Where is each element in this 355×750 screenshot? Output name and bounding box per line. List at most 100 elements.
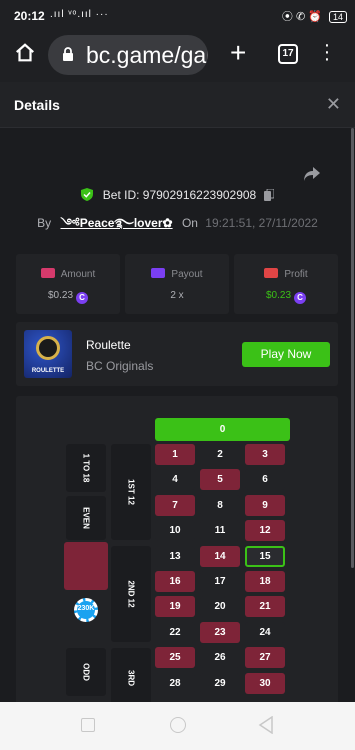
bet-cell-3: 3 xyxy=(245,444,285,465)
bet-1-to-18: 1 TO 18 xyxy=(66,444,106,492)
bet-cell-18: 18 xyxy=(245,571,285,592)
bet-cell-13: 13 xyxy=(155,546,195,567)
status-time: 20:12 xyxy=(14,9,45,23)
bet-cell-16: 16 xyxy=(155,571,195,592)
game-thumbnail-title: ROULETTE xyxy=(31,368,65,374)
coin-icon: C xyxy=(294,292,307,304)
bet-cell-19: 19 xyxy=(155,596,195,617)
amount-icon xyxy=(40,268,55,278)
bet-1-to-18-label: 1 TO 18 xyxy=(81,453,91,483)
new-tab-button[interactable]: + xyxy=(230,38,246,68)
bet-cell-9: 9 xyxy=(245,495,285,516)
game-provider: BC Originals xyxy=(86,359,154,373)
play-now-button[interactable]: Play Now xyxy=(242,342,330,367)
payout-icon xyxy=(151,268,166,278)
roulette-board: 0 1 TO 18 EVEN 230K ODD 1ST 12 2ND 12 3R… xyxy=(16,396,338,702)
bet-cell-2: 2 xyxy=(200,444,240,465)
status-icons-glyphs: ⦿ ✆ ⏰ xyxy=(281,11,322,23)
bet-timestamp: 19:21:51, 27/11/2022 xyxy=(205,216,318,230)
stat-amount: Amount $0.23 C xyxy=(16,254,120,314)
stat-payout-value: 2 x xyxy=(170,290,184,301)
username-link[interactable]: ༺Peace࿐lover✿ xyxy=(61,216,173,230)
bet-cell-22: 22 xyxy=(155,622,195,643)
lock-icon xyxy=(63,47,73,61)
home-button[interactable] xyxy=(170,717,186,733)
shield-check-icon xyxy=(81,188,94,201)
bet-cell-7: 7 xyxy=(155,495,195,516)
bet-dozen-3: 3RD xyxy=(111,648,151,702)
browser-toolbar: bc.game/gar + 17 · · · xyxy=(0,30,355,82)
bet-red xyxy=(64,542,108,590)
bet-cell-10: 10 xyxy=(155,520,195,541)
bet-dozen-1-label: 1ST 12 xyxy=(126,479,136,505)
bet-cell-1: 1 xyxy=(155,444,195,465)
bet-id: Bet ID: 97902916223902908 xyxy=(0,188,355,202)
by-label: By xyxy=(37,216,52,230)
bet-cell-29: 29 xyxy=(200,673,240,694)
bet-byline: By ༺Peace࿐lover✿ On 19:21:51, 27/11/2022 xyxy=(0,210,355,244)
url-text: bc.game/gar xyxy=(86,42,208,68)
bet-cell-25: 25 xyxy=(155,647,195,668)
profit-icon xyxy=(264,268,279,278)
bet-cell-5: 5 xyxy=(200,469,240,490)
bet-chip: 230K xyxy=(74,598,98,626)
game-name: Roulette xyxy=(86,338,131,352)
bet-cell-15: 15 xyxy=(245,546,285,567)
bet-cell-21: 21 xyxy=(245,596,285,617)
details-content: Bet ID: 97902916223902908 By ༺Peace࿐love… xyxy=(0,128,355,702)
stat-profit-label: Profit xyxy=(284,269,308,280)
bet-dozen-2: 2ND 12 xyxy=(111,546,151,642)
bet-cell-28: 28 xyxy=(155,673,195,694)
system-nav-bar xyxy=(0,702,355,750)
status-bar: 20:12 .ııl ᵛᵒ.ııl ··· ⦿ ✆ ⏰ 14 xyxy=(0,0,355,30)
game-thumbnail[interactable]: ROULETTE xyxy=(24,330,72,378)
stat-amount-value: $0.23 xyxy=(47,290,74,301)
recents-button[interactable] xyxy=(81,718,95,732)
bet-cell-6: 6 xyxy=(245,469,285,490)
stat-amount-label: Amount xyxy=(60,269,96,280)
details-header: Details ✕ xyxy=(0,82,355,128)
bet-cell-17: 17 xyxy=(200,571,240,592)
tab-switcher-button[interactable]: 17 xyxy=(278,44,298,64)
copy-icon[interactable] xyxy=(263,189,274,201)
bet-dozen-2-label: 2ND 12 xyxy=(126,580,136,608)
page-title: Details xyxy=(14,97,60,113)
bet-odd-label: ODD xyxy=(81,663,91,681)
bet-cell-24: 24 xyxy=(245,622,285,643)
close-icon[interactable]: ✕ xyxy=(326,94,341,115)
bet-id-text: Bet ID: 97902916223902908 xyxy=(102,188,257,202)
bet-cell-4: 4 xyxy=(155,469,195,490)
battery-icon: 14 xyxy=(328,11,347,23)
bet-dozen-1: 1ST 12 xyxy=(111,444,151,540)
bet-dozen-3-label: 3RD xyxy=(126,669,136,687)
bet-cell-27: 27 xyxy=(245,647,285,668)
stat-payout: Payout 2 x xyxy=(125,254,229,314)
bet-cell-zero: 0 xyxy=(155,418,290,441)
bet-cell-20: 20 xyxy=(200,596,240,617)
stat-payout-label: Payout xyxy=(171,269,203,280)
bet-cell-14: 14 xyxy=(200,546,240,567)
address-bar[interactable]: bc.game/gar xyxy=(48,35,208,75)
chip-amount: 230K xyxy=(77,605,95,612)
back-button[interactable] xyxy=(258,716,274,734)
bet-stats: Amount $0.23 C Payout 2 x Profit $0.23 C xyxy=(16,254,338,314)
bet-cell-30: 30 xyxy=(245,673,285,694)
bet-cell-8: 8 xyxy=(200,495,240,516)
browser-menu-icon[interactable]: · · · xyxy=(322,35,332,69)
bet-cell-11: 11 xyxy=(200,520,240,541)
signal-icon: .ııl ᵛᵒ.ııl ··· xyxy=(50,9,109,20)
game-card: ROULETTE Roulette BC Originals Play Now xyxy=(16,322,338,386)
bet-even-label: EVEN xyxy=(81,507,91,529)
on-label: On xyxy=(181,216,198,230)
bet-even: EVEN xyxy=(66,496,106,540)
home-icon[interactable] xyxy=(14,42,36,64)
status-icons: ⦿ ✆ ⏰ 14 xyxy=(282,8,347,24)
stat-profit: Profit $0.23 C xyxy=(234,254,338,314)
stat-profit-value: $0.23 xyxy=(265,290,292,301)
roulette-wheel-icon xyxy=(36,336,60,360)
bet-odd: ODD xyxy=(66,648,106,696)
bet-cell-23: 23 xyxy=(200,622,240,643)
bet-cell-26: 26 xyxy=(200,647,240,668)
coin-icon: C xyxy=(76,292,89,304)
share-icon[interactable] xyxy=(303,166,321,182)
